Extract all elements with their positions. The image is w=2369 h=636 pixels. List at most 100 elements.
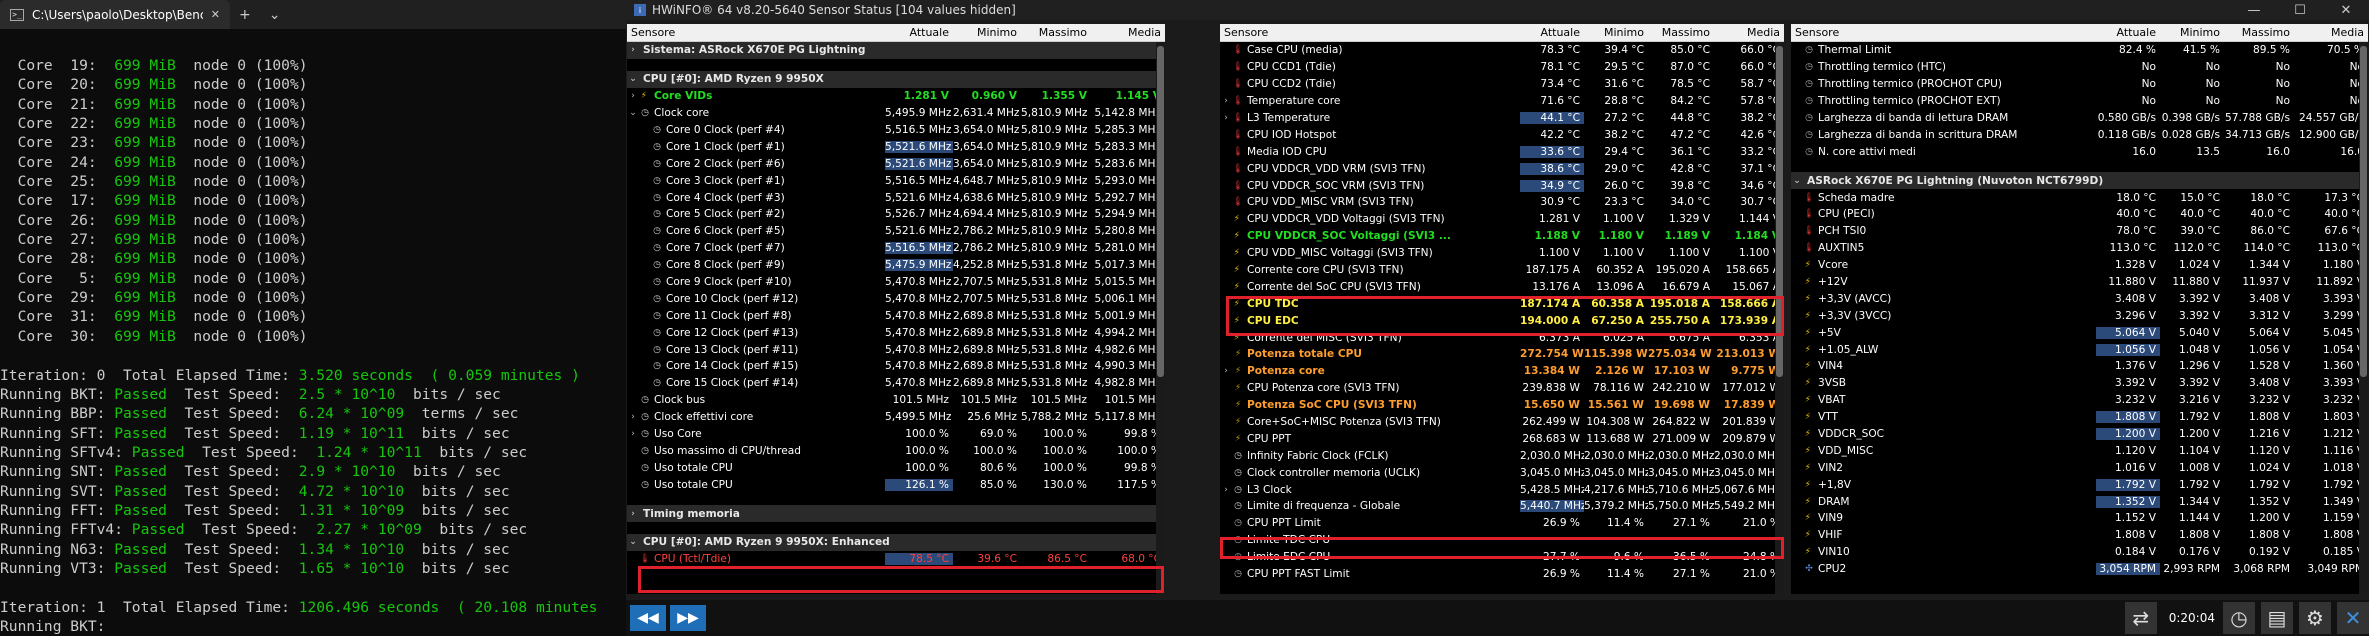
sensor-row[interactable]: 🌡 CPU VDDCR_SOC VRM (SVI3 TFN) 34.9 °C 26.0… <box>1220 177 1784 194</box>
sensor-row[interactable]: 🌡 CPU CCD2 (Tdie) 73.4 °C 31.6 °C 78.5 °C 58.… <box>1220 76 1784 93</box>
sensor-row[interactable]: ◷ Core 4 Clock (perf #3) 5,521.6 MHz 4,638.… <box>627 189 1165 206</box>
sensor-row[interactable]: ⚡ Corrente core CPU (SVI3 TFN) 187.175 A 60… <box>1220 262 1784 279</box>
sensor-row[interactable]: ◷ Uso totale CPU 126.1 % 85.0 % 130.0 % 117.5… <box>627 476 1165 493</box>
column-header-avg[interactable]: Media <box>2294 26 2368 39</box>
expand-chevron-icon[interactable]: › <box>1220 485 1232 495</box>
sensor-row[interactable]: 🌡 CPU IOD Hotspot 42.2 °C 38.2 °C 47.2 °C 42.… <box>1220 126 1784 143</box>
expand-chevron-icon[interactable]: › <box>627 509 639 519</box>
sensor-row[interactable]: ◷ Core 8 Clock (perf #9) 5,475.9 MHz 4,252.… <box>627 257 1165 274</box>
close-sensors-icon[interactable]: ✕ <box>2337 602 2369 634</box>
sensor-panel-3[interactable]: Sensore Attuale Minimo Massimo Media ◷ Thermal… <box>1791 24 2368 594</box>
sensor-row[interactable]: 🌡 Scheda madre 18.0 °C 15.0 °C 18.0 °C 17.3 °… <box>1791 189 2368 206</box>
expand-chevron-icon[interactable]: › <box>1220 366 1232 376</box>
sensor-row[interactable]: › ◷ Clock effettivi core 5,499.5 MHz 25.6 MH… <box>627 409 1165 426</box>
clock-icon[interactable]: ◷ <box>2223 602 2255 634</box>
nav-back-button[interactable]: ◀◀ <box>630 605 666 631</box>
close-button[interactable]: ✕ <box>2323 3 2369 18</box>
sensor-row[interactable]: ◷ Core 13 Clock (perf #11) 5,470.8 MHz 2,68… <box>627 341 1165 358</box>
column-header[interactable]: Sensore Attuale Minimo Massimo Media <box>1220 24 1784 42</box>
minimize-button[interactable]: — <box>2231 3 2277 18</box>
sensor-row[interactable]: ⚡ VIN9 1.152 V 1.144 V 1.200 V 1.159 V <box>1791 510 2368 527</box>
sensor-row[interactable]: ◷ Throttling termico (PROCHOT EXT) No No No N… <box>1791 93 2368 110</box>
sensor-row[interactable]: ◷ Core 5 Clock (perf #2) 5,526.7 MHz 4,694.… <box>627 206 1165 223</box>
sensor-row[interactable]: › 🌡 L3 Temperature 44.1 °C 27.2 °C 44.8 °C 38.… <box>1220 110 1784 127</box>
sensor-row[interactable]: 🌡 Media IOD CPU 33.6 °C 29.4 °C 36.1 °C 33.2 … <box>1220 143 1784 160</box>
column-header-min[interactable]: Minimo <box>2160 26 2224 39</box>
expand-chevron-icon[interactable]: ⌄ <box>627 537 639 547</box>
sensor-row[interactable]: 🌡 AUXTIN5 113.0 °C 112.0 °C 114.0 °C 113.0 °C <box>1791 240 2368 257</box>
settings-gear-icon[interactable]: ⚙ <box>2299 602 2331 634</box>
sensor-row[interactable]: ⚡ +12V 11.880 V 11.880 V 11.937 V 11.892 V <box>1791 274 2368 291</box>
sensor-row[interactable]: 🌡 CPU (PECI) 40.0 °C 40.0 °C 40.0 °C 40.0 °C <box>1791 206 2368 223</box>
sensor-row[interactable]: ◷ Core 1 Clock (perf #1) 5,521.6 MHz 3,654.… <box>627 138 1165 155</box>
scrollbar[interactable] <box>1775 42 1784 594</box>
column-header-avg[interactable]: Media <box>1714 26 1784 39</box>
sensor-row[interactable]: ⚡ DRAM 1.352 V 1.344 V 1.352 V 1.349 V <box>1791 493 2368 510</box>
sensor-row[interactable]: ◷ Throttling termico (HTC) No No No No <box>1791 59 2368 76</box>
sensor-row[interactable]: ◷ Limite di frequenza - Globale 5,440.7 MH… <box>1220 498 1784 515</box>
sensor-row[interactable]: ◷ Core 12 Clock (perf #13) 5,470.8 MHz 2,68… <box>627 324 1165 341</box>
sensor-row[interactable]: 🌡 CPU (Tctl/Tdie) 78.5 °C 39.6 °C 86.5 °C 68.… <box>627 551 1165 568</box>
expand-chevron-icon[interactable]: › <box>627 45 639 55</box>
sensor-row[interactable]: ◷ Uso totale CPU 100.0 % 80.6 % 100.0 % 99.8 … <box>627 459 1165 476</box>
close-tab-icon[interactable]: ✕ <box>211 8 220 21</box>
sensor-row[interactable]: ⚡ +1,8V 1.792 V 1.792 V 1.792 V 1.792 V <box>1791 476 2368 493</box>
sensor-row[interactable]: ◷ Limite EDC CPU 27.7 % 9.6 % 36.5 % 24.8 % <box>1220 549 1784 566</box>
sensor-row[interactable]: 🌡 CPU VDDCR_VDD VRM (SVI3 TFN) 38.6 °C 29.0… <box>1220 160 1784 177</box>
sensor-row[interactable]: 🌡 CPU CCD1 (Tdie) 78.1 °C 29.5 °C 87.0 °C 66.… <box>1220 59 1784 76</box>
sensor-row[interactable]: ⚡ Corrente del SoC CPU (SVI3 TFN) 13.176 A… <box>1220 278 1784 295</box>
sensor-row[interactable]: ⚡ CPU EDC 194.000 A 67.250 A 255.750 A 173.93… <box>1220 312 1784 329</box>
expand-chevron-icon[interactable]: › <box>627 412 639 422</box>
expand-chevron-icon[interactable]: › <box>1220 96 1232 106</box>
sensor-row[interactable]: ◷ CPU PPT Limit 26.9 % 11.4 % 27.1 % 21.0 % <box>1220 515 1784 532</box>
sensor-row[interactable]: ◷ Core 6 Clock (perf #5) 5,521.6 MHz 2,786.… <box>627 223 1165 240</box>
sensor-row[interactable]: ◷ N. core attivi medi 16.0 13.5 16.0 16.0 <box>1791 143 2368 160</box>
sensor-row[interactable]: › 🌡 Temperature core 71.6 °C 28.8 °C 84.2 °C 5… <box>1220 93 1784 110</box>
sensor-row[interactable]: ◷ Larghezza di banda in scrittura DRAM 0.1… <box>1791 126 2368 143</box>
network-icon[interactable]: ⇄ <box>2124 602 2157 634</box>
expand-chevron-icon[interactable]: ⌄ <box>1791 176 1803 186</box>
sensor-row[interactable]: ⚡ CPU TDC 187.174 A 60.358 A 195.018 A 158.66… <box>1220 295 1784 312</box>
column-header-max[interactable]: Massimo <box>2224 26 2294 39</box>
column-header-name[interactable]: Sensore <box>1791 26 2096 39</box>
sensor-row[interactable]: ⚡ VIN2 1.016 V 1.008 V 1.024 V 1.018 V <box>1791 459 2368 476</box>
sensor-row[interactable]: ⚡ Potenza totale CPU 272.754 W 115.398 W 275… <box>1220 346 1784 363</box>
nav-forward-button[interactable]: ▶▶ <box>670 605 706 631</box>
sensor-row[interactable]: ◷ Core 14 Clock (perf #15) 5,470.8 MHz 2,68… <box>627 358 1165 375</box>
sensor-row[interactable]: ◷ Core 7 Clock (perf #7) 5,516.5 MHz 2,786.… <box>627 240 1165 257</box>
expand-chevron-icon[interactable]: › <box>627 429 639 439</box>
sensor-row[interactable]: ◷ Clock bus 101.5 MHz 101.5 MHz 101.5 MHz 101… <box>627 392 1165 409</box>
sensor-row[interactable]: ✣ CPU2 3,054 RPM 2,993 RPM 3,068 RPM 3,049 RP… <box>1791 561 2368 578</box>
report-icon[interactable]: ▤ <box>2261 602 2293 634</box>
sensor-row[interactable]: ◷ Infinity Fabric Clock (FCLK) 2,030.0 MHz… <box>1220 447 1784 464</box>
column-header-name[interactable]: Sensore <box>627 26 885 39</box>
maximize-button[interactable]: ☐ <box>2277 3 2323 18</box>
sensor-row[interactable]: ◷ Uso massimo di CPU/thread 100.0 % 100.0 %… <box>627 442 1165 459</box>
sensor-row[interactable]: › ⚡ Core VIDs 1.281 V 0.960 V 1.355 V 1.145 V <box>627 88 1165 105</box>
column-header-min[interactable]: Minimo <box>1584 26 1648 39</box>
sensor-row[interactable]: 🌡 Case CPU (media) 78.3 °C 39.4 °C 85.0 °C 66… <box>1220 42 1784 59</box>
expand-chevron-icon[interactable]: › <box>1220 113 1232 123</box>
scrollbar[interactable] <box>2359 42 2368 594</box>
column-header[interactable]: Sensore Attuale Minimo Massimo Media <box>627 24 1165 42</box>
sensor-panel-1[interactable]: Sensore Attuale Minimo Massimo Media › Sistema… <box>627 24 1165 594</box>
sensor-row[interactable]: ⚡ CPU VDDCR_SOC Voltaggi (SVI3 ... 1.188 V… <box>1220 228 1784 245</box>
expand-chevron-icon[interactable]: ⌄ <box>627 108 639 118</box>
sensor-row[interactable]: ⚡ VDDCR_SOC 1.200 V 1.200 V 1.216 V 1.212 V <box>1791 426 2368 443</box>
sensor-row[interactable]: ◷ CPU PPT FAST Limit 26.9 % 11.4 % 27.1 % 21.… <box>1220 566 1784 583</box>
sensor-row[interactable]: ⚡ Vcore 1.328 V 1.024 V 1.344 V 1.180 V <box>1791 257 2368 274</box>
sensor-row[interactable]: ◷ Limite TDC CPU <box>1220 532 1784 549</box>
sensor-row[interactable]: ⚡ +1.05_ALW 1.056 V 1.048 V 1.056 V 1.054 V <box>1791 341 2368 358</box>
sensor-row[interactable]: ◷ Core 3 Clock (perf #1) 5,516.5 MHz 4,648.… <box>627 172 1165 189</box>
sensor-group[interactable]: ⌄ ASRock X670E PG Lightning (Nuvoton NCT6… <box>1791 172 2368 190</box>
column-header[interactable]: Sensore Attuale Minimo Massimo Media <box>1791 24 2368 42</box>
column-header-avg[interactable]: Media <box>1091 26 1165 39</box>
sensor-row[interactable]: ⚡ Potenza SoC CPU (SVI3 TFN) 15.650 W 15.56… <box>1220 397 1784 414</box>
sensor-row[interactable]: ⚡ VHIF 1.808 V 1.808 V 1.808 V 1.808 V <box>1791 527 2368 544</box>
sensor-row[interactable]: ⚡ CPU VDDCR_VDD Voltaggi (SVI3 TFN) 1.281 … <box>1220 211 1784 228</box>
sensor-group[interactable]: › Timing memoria <box>627 505 1165 523</box>
sensor-row[interactable]: ⚡ +3,3V (AVCC) 3.408 V 3.392 V 3.408 V 3.393 … <box>1791 290 2368 307</box>
sensor-row[interactable]: ◷ Core 10 Clock (perf #12) 5,470.8 MHz 2,70… <box>627 290 1165 307</box>
sensor-row[interactable]: ◷ Thermal Limit 82.4 % 41.5 % 89.5 % 70.5 % <box>1791 42 2368 59</box>
sensor-row[interactable]: ◷ Core 11 Clock (perf #8) 5,470.8 MHz 2,689… <box>627 307 1165 324</box>
